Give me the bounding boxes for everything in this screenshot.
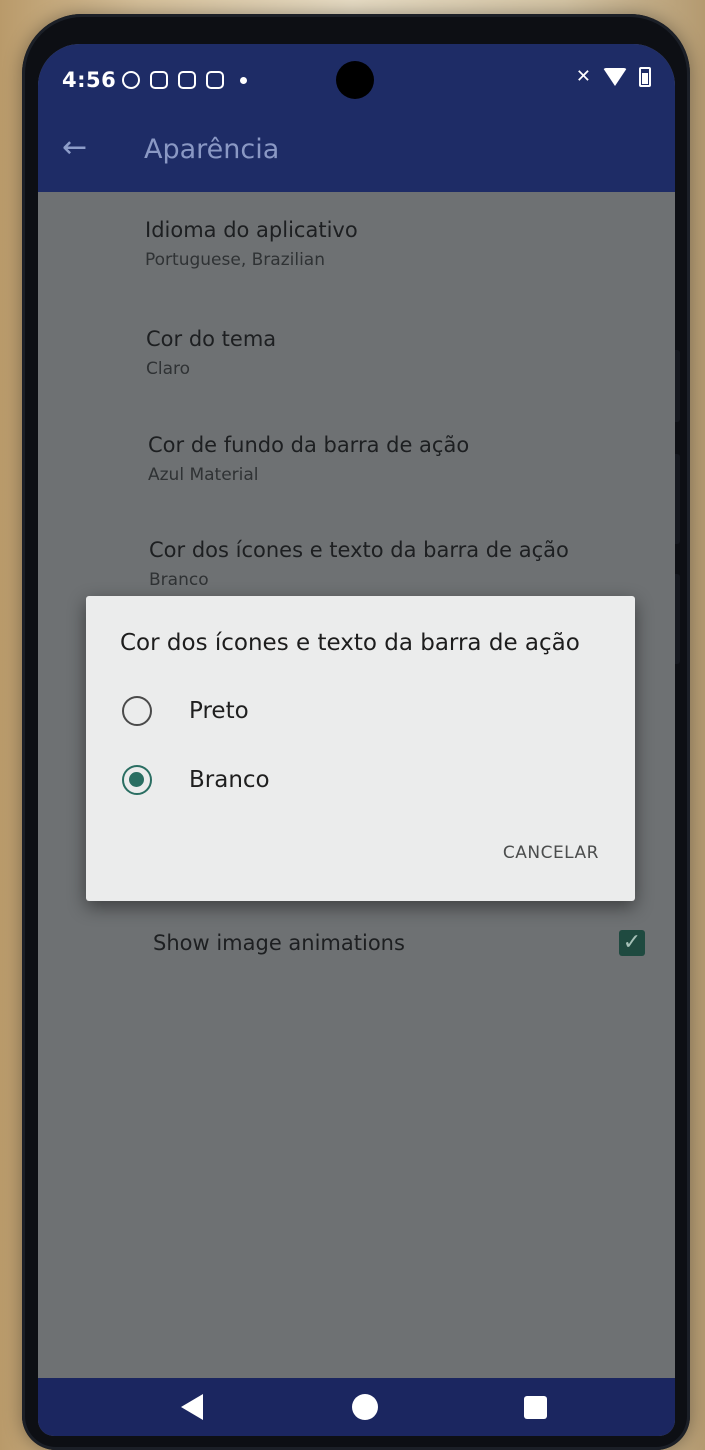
pref-title: Show image animations bbox=[153, 931, 405, 955]
status-time: 4:56 bbox=[62, 68, 117, 92]
option-branco[interactable]: Branco bbox=[122, 765, 270, 795]
pref-summary: Portuguese, Brazilian bbox=[145, 250, 325, 270]
pref-actionbar-icon-color[interactable]: Cor dos ícones e texto da barra de ação … bbox=[149, 538, 569, 590]
device-screen: 4:56 ✕ ← Aparência Idioma do aplicativo … bbox=[38, 44, 675, 1436]
pref-title: Cor dos ícones e texto da barra de ação bbox=[149, 538, 569, 562]
sim-card-icon bbox=[150, 71, 168, 89]
radio-checked-icon[interactable] bbox=[122, 765, 152, 795]
more-notifications-dot bbox=[240, 76, 247, 84]
pref-title: Cor de fundo da barra de ação bbox=[148, 433, 470, 457]
nav-home-icon[interactable] bbox=[352, 1394, 378, 1420]
mute-icon: ✕ bbox=[575, 66, 591, 87]
status-bar: 4:56 ✕ bbox=[38, 44, 675, 106]
pref-app-language[interactable]: Idioma do aplicativo Portuguese, Brazili… bbox=[145, 218, 358, 270]
option-label: Branco bbox=[189, 767, 270, 793]
pref-summary: Azul Material bbox=[148, 465, 259, 485]
radio-unchecked-icon[interactable] bbox=[122, 696, 152, 726]
arrow-left-icon[interactable]: ← bbox=[62, 130, 98, 166]
page-title: Aparência bbox=[144, 134, 280, 165]
option-label: Preto bbox=[189, 698, 249, 724]
front-camera bbox=[336, 61, 374, 99]
dialog-title: Cor dos ícones e texto da barra de ação bbox=[120, 630, 580, 656]
pref-theme-color[interactable]: Cor do tema Claro bbox=[146, 327, 276, 379]
sync-icon bbox=[122, 71, 140, 89]
clipboard-icon bbox=[178, 71, 196, 89]
system-icons: ✕ bbox=[576, 66, 651, 87]
pref-summary: Claro bbox=[146, 359, 191, 379]
notification-icons bbox=[122, 71, 247, 89]
wifi-icon bbox=[603, 67, 627, 86]
app-toolbar: ← Aparência bbox=[38, 106, 675, 192]
pref-actionbar-background[interactable]: Cor de fundo da barra de ação Azul Mater… bbox=[148, 433, 469, 485]
color-picker-dialog: Cor dos ícones e texto da barra de ação … bbox=[86, 596, 635, 901]
option-preto[interactable]: Preto bbox=[122, 696, 249, 726]
pref-title: Idioma do aplicativo bbox=[145, 218, 358, 242]
nav-back-icon[interactable] bbox=[181, 1394, 203, 1420]
pref-title: Cor do tema bbox=[146, 327, 277, 351]
pref-summary: Branco bbox=[149, 570, 209, 590]
system-nav-bar bbox=[38, 1378, 675, 1436]
chat-icon bbox=[206, 71, 224, 89]
pref-show-image-animations[interactable]: Show image animations ✓ bbox=[153, 930, 645, 956]
battery-icon bbox=[639, 66, 651, 87]
cancel-button[interactable]: CANCELAR bbox=[503, 843, 599, 863]
checkbox-checked-icon[interactable]: ✓ bbox=[619, 930, 645, 956]
nav-recents-icon[interactable] bbox=[524, 1396, 547, 1419]
